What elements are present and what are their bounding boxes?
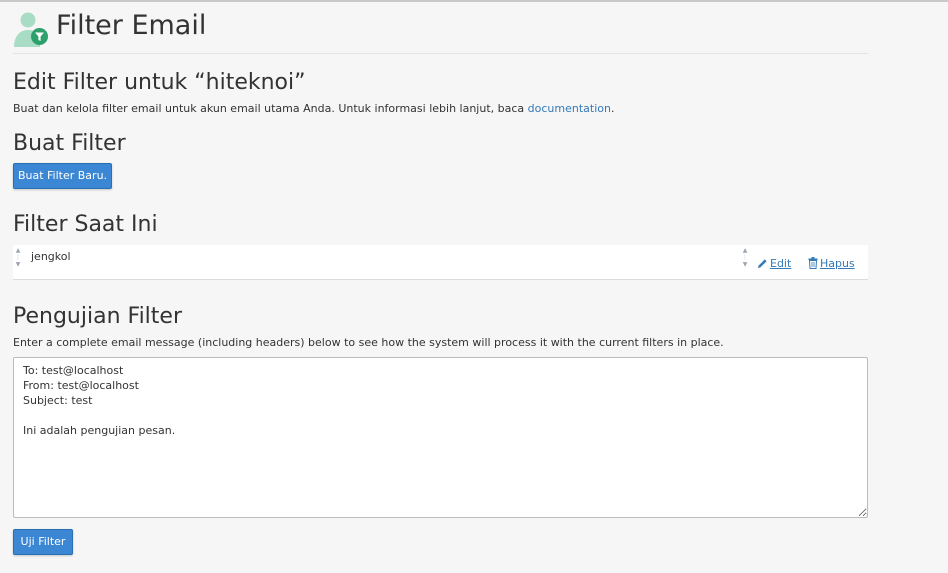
create-new-filter-button[interactable]: Buat Filter Baru. (13, 163, 112, 189)
create-filter-heading: Buat Filter (13, 131, 126, 156)
page-title: Filter Email (56, 10, 207, 41)
drag-handle-icon[interactable]: ▲ ⋮ ▼ (742, 247, 748, 273)
description-period: . (610, 102, 615, 115)
edit-filter-link[interactable]: Edit (757, 257, 791, 271)
page: Filter Email Edit Filter untuk “hiteknoi… (13, 2, 868, 555)
edit-label: Edit (770, 257, 792, 270)
user-filter-icon (13, 10, 49, 48)
page-header: Filter Email (13, 2, 868, 54)
delete-filter-link[interactable]: Hapus (808, 257, 855, 271)
delete-label: Hapus (820, 257, 855, 270)
test-filter-heading: Pengujian Filter (13, 304, 182, 329)
filter-name: jengkol (31, 250, 71, 263)
test-filter-button[interactable]: Uji Filter (13, 529, 73, 555)
current-filters-heading: Filter Saat Ini (13, 212, 158, 237)
documentation-link[interactable]: documentation (528, 102, 611, 115)
description-text: Buat dan kelola filter email untuk akun … (13, 102, 528, 115)
filter-row: ▲ ⋮ ▼ jengkol ▲ ⋮ ▼ Edit Hapus (13, 245, 868, 280)
test-message-textarea[interactable]: To: test@localhost From: test@localhost … (13, 357, 868, 518)
edit-filter-description: Buat dan kelola filter email untuk akun … (13, 101, 614, 116)
trash-icon (808, 257, 818, 269)
edit-filter-heading: Edit Filter untuk “hiteknoi” (13, 70, 306, 95)
drag-handle-icon[interactable]: ▲ ⋮ ▼ (15, 247, 21, 273)
pencil-icon (758, 259, 767, 268)
test-filter-description: Enter a complete email message (includin… (13, 336, 724, 349)
